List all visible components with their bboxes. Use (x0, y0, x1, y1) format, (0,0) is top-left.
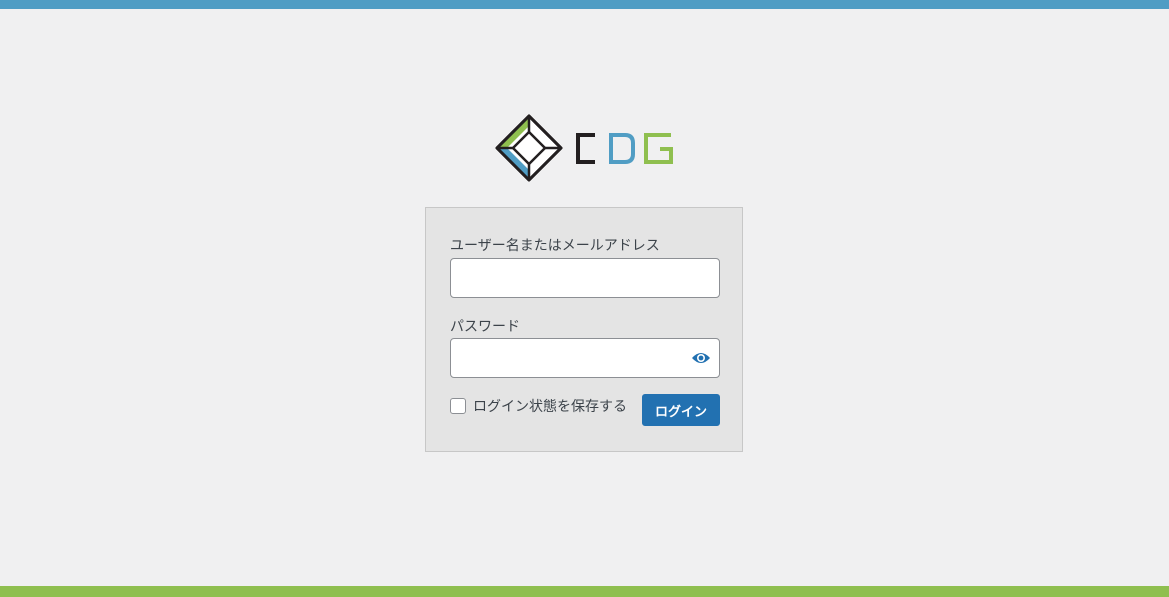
show-password-button[interactable] (684, 341, 718, 375)
login-button[interactable]: ログイン (642, 394, 720, 426)
remember-me-row[interactable]: ログイン状態を保存する (450, 396, 627, 416)
remember-me-label[interactable]: ログイン状態を保存する (473, 396, 627, 416)
eye-icon (692, 353, 710, 363)
remember-me-checkbox[interactable] (450, 398, 466, 414)
diamond-logo-icon (495, 114, 673, 182)
bottom-accent-bar (0, 586, 1169, 597)
site-logo[interactable] (494, 113, 676, 185)
login-form: ユーザー名またはメールアドレス パスワード ログイン状態を保存する ログイン (425, 207, 743, 452)
password-input[interactable] (450, 338, 720, 378)
password-label: パスワード (450, 319, 520, 335)
username-label: ユーザー名またはメールアドレス (450, 238, 660, 254)
top-accent-bar (0, 0, 1169, 9)
username-input[interactable] (450, 258, 720, 298)
